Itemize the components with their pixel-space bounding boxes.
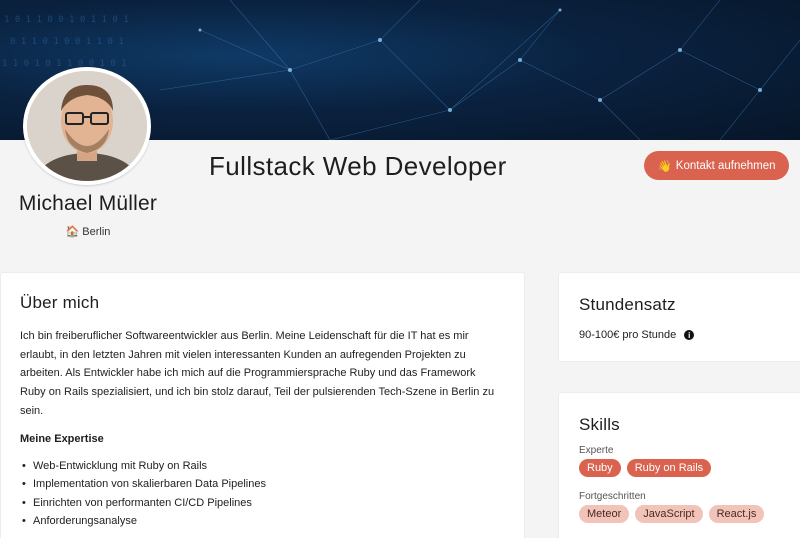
- about-card: Über mich Ich bin freiberuflicher Softwa…: [0, 272, 525, 538]
- skills-heading: Skills: [579, 415, 620, 434]
- info-icon[interactable]: i: [684, 330, 695, 340]
- contact-button-label: Kontakt aufnehmen: [675, 159, 776, 172]
- about-heading: Über mich: [20, 293, 100, 312]
- svg-text:1 0 1 1 0 0 1 0 1 1 0 1: 1 0 1 1 0 0 1 0 1 1 0 1: [4, 15, 129, 25]
- expert-skill-tags: Ruby Ruby on Rails: [579, 459, 787, 477]
- advanced-skill-tags: Meteor JavaScript React.js: [579, 505, 787, 523]
- rate-heading: Stundensatz: [579, 295, 676, 314]
- rate-value: 90-100€ pro Stunde: [579, 329, 677, 341]
- profile-name: Michael Müller: [18, 192, 158, 215]
- skill-tag: Ruby on Rails: [626, 459, 712, 477]
- skill-tag: JavaScript: [635, 505, 703, 523]
- location-label: Berlin: [82, 226, 111, 238]
- hourly-rate-card: Stundensatz 90-100€ pro Stunde i: [558, 272, 800, 362]
- job-title: Fullstack Web Developer: [209, 151, 507, 181]
- skill-tag: Meteor: [579, 505, 630, 523]
- skill-tag: Ruby: [579, 459, 621, 477]
- home-icon: 🏠: [65, 226, 80, 238]
- waving-hand-icon: 👋: [657, 160, 672, 173]
- svg-text:1 1 0 1 0 1 1 0 0 1 0 1: 1 1 0 1 0 1 1 0 0 1 0 1: [2, 59, 127, 69]
- expertise-heading: Meine Expertise: [20, 432, 104, 445]
- profile-avatar: [23, 67, 151, 185]
- rate-value-row: 90-100€ pro Stunde i: [579, 329, 787, 341]
- expertise-item: Web-Entwicklung mit Ruby on Rails: [20, 457, 504, 476]
- about-text: Ich bin freiberuflicher Softwareentwickl…: [20, 330, 495, 417]
- expertise-item: Einrichten von performanten CI/CD Pipeli…: [20, 494, 504, 513]
- skill-level-label: Fortgeschritten: [579, 491, 646, 502]
- contact-button[interactable]: 👋 Kontakt aufnehmen: [644, 151, 789, 180]
- skill-level-label: Experte: [579, 445, 614, 456]
- expertise-item: Anforderungsanalyse: [20, 512, 504, 531]
- profile-location: 🏠 Berlin: [0, 225, 176, 238]
- skills-card: Skills Experte Ruby Ruby on Rails Fortge…: [558, 392, 800, 538]
- skill-tag: React.js: [708, 505, 765, 523]
- svg-text:0 1 1 0 1 0 0 1 1 0 1: 0 1 1 0 1 0 0 1 1 0 1: [10, 37, 124, 47]
- expertise-item: Implementation von skalierbaren Data Pip…: [20, 475, 504, 494]
- expertise-list: Web-Entwicklung mit Ruby on Rails Implem…: [20, 457, 504, 531]
